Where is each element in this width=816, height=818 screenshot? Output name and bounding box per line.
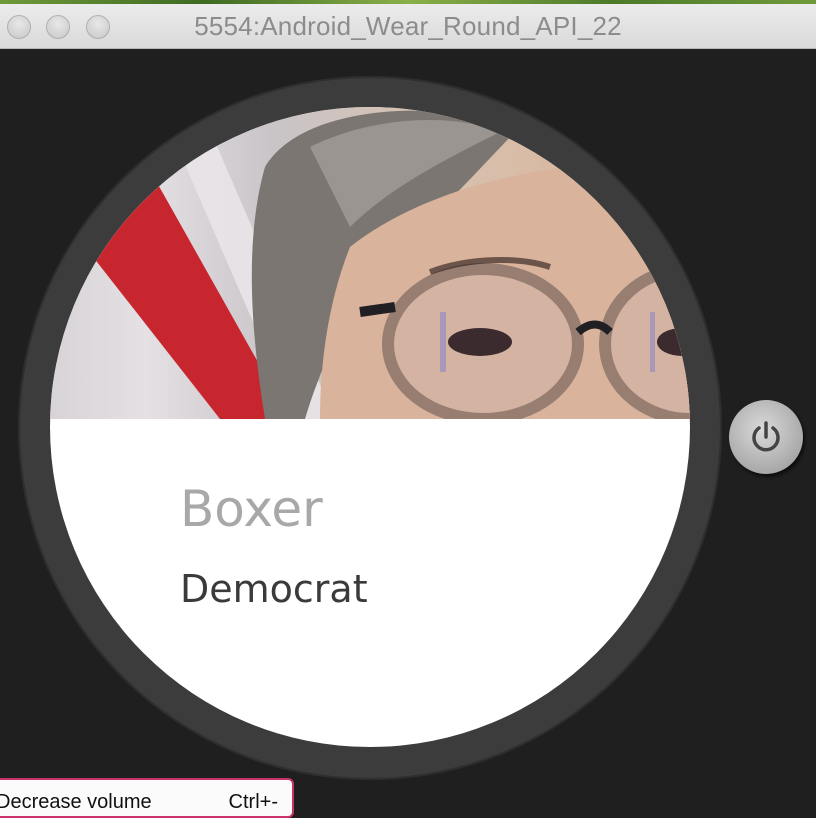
card-title: Boxer bbox=[180, 480, 323, 538]
window-title: 5554:Android_Wear_Round_API_22 bbox=[194, 11, 622, 41]
watch-screen[interactable]: Boxer Democrat bbox=[50, 107, 690, 747]
shortcut-tooltip: Decrease volume Ctrl+- bbox=[0, 778, 294, 818]
portrait-photo bbox=[50, 107, 690, 419]
power-icon bbox=[752, 421, 780, 452]
tooltip-label: Decrease volume bbox=[0, 791, 152, 813]
card-subtitle: Democrat bbox=[180, 567, 368, 611]
tooltip-shortcut: Ctrl+- bbox=[228, 791, 278, 813]
power-button[interactable] bbox=[729, 400, 803, 474]
window-title-bar[interactable]: 5554:Android_Wear_Round_API_22 bbox=[0, 4, 816, 49]
